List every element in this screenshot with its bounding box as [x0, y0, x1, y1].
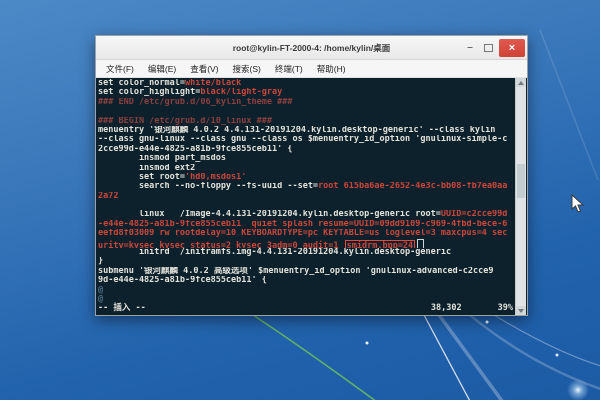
- terminal-text-segment: root 615ba6ae-2652-4e3c-bb08-fb7ea0aa: [318, 182, 507, 191]
- vim-mode-indicator: -- 插入 --: [98, 304, 146, 314]
- terminal-line: insmod part_msdos: [98, 154, 527, 163]
- terminal-scrollbar[interactable]: [515, 78, 526, 315]
- terminal-line: search --no-floppy --fs-uuid --set=root …: [98, 182, 527, 191]
- vim-scroll-percent: 39%: [498, 304, 513, 314]
- title-bar[interactable]: root@kylin-FT-2000-4: /home/kylin/桌面 – ×: [96, 36, 527, 60]
- terminal-text-segment: insmod ext2: [98, 164, 195, 173]
- terminal-line: -e44e-4825-a81b-9fce855ceb11 quiet splas…: [98, 220, 527, 229]
- terminal-line: linux /Image-4.4.131-20191204.kylin.desk…: [98, 210, 527, 219]
- vim-cursor-position: 38,302: [431, 304, 462, 314]
- menu-item[interactable]: 文件(F): [99, 63, 141, 75]
- menu-item[interactable]: 帮助(H): [310, 63, 353, 75]
- terminal-line: initrd /initramfs.img-4.4.131-20191204.k…: [98, 248, 527, 257]
- terminal-text-segment: black/light-gray: [200, 88, 282, 97]
- terminal-text-segment: ### END /etc/grub.d/06_kylin_theme ###: [98, 98, 292, 107]
- desktop: root@kylin-FT-2000-4: /home/kylin/桌面 – ×…: [0, 0, 600, 400]
- terminal-text-segment: set color_normal=: [98, 79, 185, 88]
- terminal-line: set root='hd0,msdos1': [98, 173, 527, 182]
- scroll-down-icon: [518, 309, 524, 313]
- terminal-text-segment: UUID=c2cce99d: [441, 210, 508, 219]
- terminal-text-segment: set color_highlight=: [98, 88, 200, 97]
- menu-item[interactable]: 终端(T): [268, 63, 310, 75]
- terminal-line: set color_highlight=black/light-gray: [98, 88, 527, 97]
- terminal-text-segment: submenu '银河麒麟 4.0.2 高级选项' $menuentry_id_…: [98, 267, 494, 276]
- minimize-icon: –: [467, 42, 473, 53]
- terminal-line: set color_normal=white/black: [98, 79, 527, 88]
- terminal-text-segment: set root=: [98, 173, 185, 182]
- terminal-line: @: [98, 295, 527, 304]
- maximize-button[interactable]: [479, 44, 497, 52]
- terminal-line: --class gnu-linux --class gnu --class os…: [98, 135, 527, 144]
- terminal-line: menuentry '银河麒麟 4.0.2 4.4.131-20191204.k…: [98, 126, 527, 135]
- terminal-text-segment: menuentry '银河麒麟 4.0.2 4.4.131-20191204.k…: [98, 126, 495, 135]
- terminal-line: @: [98, 286, 527, 295]
- mouse-cursor-icon: [571, 194, 584, 213]
- terminal-window: root@kylin-FT-2000-4: /home/kylin/桌面 – ×…: [95, 35, 528, 316]
- terminal-line: urity=kysec kysec_status=2 kysec_3adm=0 …: [98, 239, 527, 248]
- menu-item[interactable]: 搜索(S): [226, 63, 268, 75]
- terminal-text-segment: urity=kysec kysec_status=2 kysec_3adm=0 …: [98, 241, 344, 248]
- terminal-text-segment: --class gnu-linux --class gnu --class os…: [98, 135, 507, 144]
- scroll-up-icon: [518, 81, 524, 85]
- terminal-text-segment: white/black: [185, 79, 241, 88]
- terminal-line: insmod ext2: [98, 164, 527, 173]
- terminal-line: ### END /etc/grub.d/06_kylin_theme ###: [98, 98, 527, 107]
- terminal-text-segment: smidrm.bpp=24: [345, 240, 416, 248]
- close-button[interactable]: ×: [499, 39, 525, 57]
- close-icon: ×: [509, 40, 515, 56]
- terminal-text-segment: 9d-e44e-4825-a81b-9fce855ceb11' {: [98, 276, 267, 285]
- terminal-text-segment: insmod part_msdos: [98, 154, 226, 163]
- terminal-line: 2a72: [98, 192, 527, 201]
- terminal-text-segment: initrd /initramfs.img-4.4.131-20191204.k…: [98, 248, 451, 257]
- terminal-text-segment: eefd8f03009 rw rootdelay=10 KEYBOARDTYPE…: [98, 229, 507, 238]
- terminal-line: [98, 201, 527, 210]
- scroll-up-button[interactable]: [516, 78, 526, 87]
- terminal-text-segment: linux /Image-4.4.131-20191204.kylin.desk…: [98, 210, 441, 219]
- window-controls: – ×: [461, 36, 525, 59]
- terminal-text-segment: 2cce99d-e44e-4825-a81b-9fce855ceb11' {: [98, 145, 292, 154]
- terminal-text-segment: 'hd0,msdos1': [185, 173, 246, 182]
- terminal-screen[interactable]: set color_normal=white/blackset color_hi…: [96, 78, 527, 315]
- terminal-text-segment: 2a72: [98, 192, 118, 201]
- terminal-line: submenu '银河麒麟 4.0.2 高级选项' $menuentry_id_…: [98, 267, 527, 276]
- terminal-line: 9d-e44e-4825-a81b-9fce855ceb11' {: [98, 276, 527, 285]
- terminal-text-segment: -e44e-4825-a81b-9fce855ceb11 quiet splas…: [98, 220, 507, 229]
- maximize-icon: [484, 44, 493, 52]
- terminal-line: ### BEGIN /etc/grub.d/10_linux ###: [98, 117, 527, 126]
- terminal-text-segment: search --no-floppy --fs-uuid --set=: [98, 182, 318, 191]
- minimize-button[interactable]: –: [461, 36, 479, 59]
- terminal-line: eefd8f03009 rw rootdelay=10 KEYBOARDTYPE…: [98, 229, 527, 238]
- terminal-text-segment: @: [98, 286, 103, 295]
- terminal-text-segment: }: [98, 257, 103, 266]
- menu-item[interactable]: 查看(V): [183, 63, 225, 75]
- scrollbar-thumb[interactable]: [517, 164, 525, 198]
- vim-cursor: [417, 239, 424, 248]
- terminal-line: [98, 107, 527, 116]
- vim-status-line: -- 插入 -- 38,302 39%: [96, 304, 527, 315]
- menu-bar: 文件(F)编辑(E)查看(V)搜索(S)终端(T)帮助(H): [96, 60, 527, 78]
- terminal-lines: set color_normal=white/blackset color_hi…: [96, 79, 527, 304]
- scroll-down-button[interactable]: [516, 306, 526, 315]
- terminal-line: 2cce99d-e44e-4825-a81b-9fce855ceb11' {: [98, 145, 527, 154]
- terminal-line: }: [98, 257, 527, 266]
- menu-item[interactable]: 编辑(E): [141, 63, 183, 75]
- terminal-text-segment: ### BEGIN /etc/grub.d/10_linux ###: [98, 117, 272, 126]
